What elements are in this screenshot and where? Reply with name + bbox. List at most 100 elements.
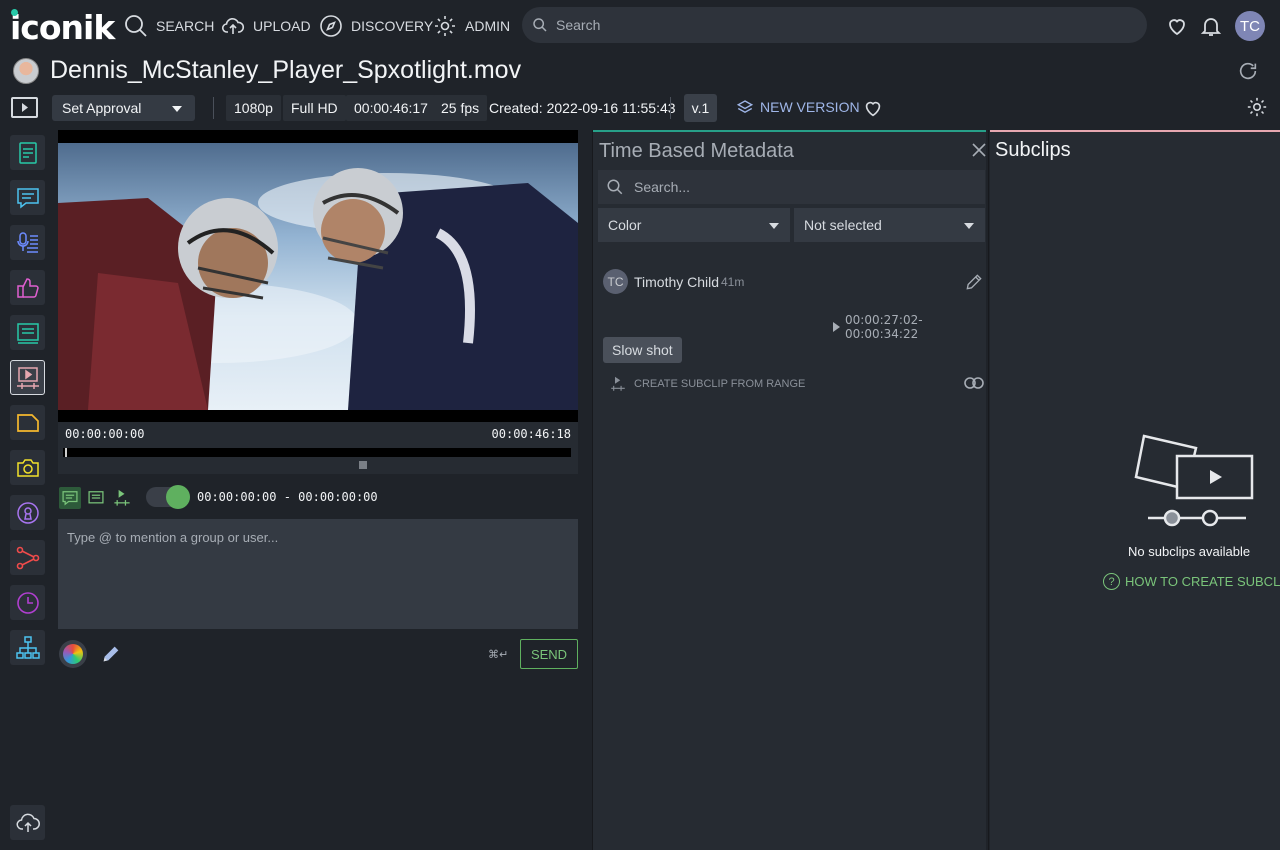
duration-badge: 00:00:46:17	[346, 95, 436, 121]
create-subclip-from-range-button[interactable]: CREATE SUBCLIP FROM RANGE	[610, 376, 805, 392]
fps-badge: 25 fps	[433, 95, 488, 121]
rail-permissions[interactable]	[10, 495, 45, 530]
nav-search[interactable]: SEARCH	[124, 13, 214, 39]
comment-mode-button[interactable]	[59, 487, 81, 509]
search-icon	[125, 15, 147, 37]
timecode-end: 00:00:46:18	[491, 427, 571, 441]
help-question-icon: ?	[1103, 573, 1120, 590]
metadata-search-input[interactable]	[634, 179, 974, 195]
rail-share[interactable]	[10, 540, 45, 575]
value-filter-dropdown[interactable]: Not selected	[794, 208, 985, 242]
rail-segments[interactable]	[10, 315, 45, 350]
compass-icon	[320, 15, 342, 37]
pencil-draw-icon[interactable]	[100, 643, 122, 665]
play-icon	[22, 103, 28, 112]
selected-range: 00:00:00:00 - 00:00:00:00	[197, 490, 378, 504]
color-picker-button[interactable]	[59, 640, 87, 668]
player-controls: 00:00:00:00 00:00:46:18	[58, 410, 578, 474]
new-version-button[interactable]: NEW VERSION	[736, 99, 860, 115]
favorite-heart-icon[interactable]	[862, 97, 884, 119]
iconik-logo[interactable]: iconik	[10, 8, 115, 47]
nav-upload[interactable]: UPLOAD	[221, 13, 311, 39]
player-header	[58, 130, 578, 143]
search-icon	[607, 179, 623, 195]
subclip-mode-button[interactable]	[111, 487, 133, 509]
comment-input[interactable]	[58, 519, 578, 629]
panel-divider	[988, 130, 989, 850]
rail-metadata[interactable]	[10, 135, 45, 170]
rail-upload[interactable]	[10, 805, 45, 840]
divider	[213, 97, 214, 119]
edit-pencil-icon[interactable]	[964, 272, 984, 292]
search-icon	[533, 18, 547, 32]
rail-relations[interactable]	[10, 630, 45, 665]
thumbs-up-icon	[16, 277, 39, 298]
segments-icon	[16, 322, 39, 344]
field-filter-dropdown[interactable]: Color	[598, 208, 790, 242]
chevron-down-icon	[964, 223, 974, 229]
share-icon	[16, 546, 39, 569]
timecode-start: 00:00:00:00	[65, 427, 145, 441]
rail-collections[interactable]	[10, 405, 45, 440]
commenter-name: Timothy Child	[634, 274, 720, 290]
metadata-search[interactable]	[598, 170, 985, 204]
approval-dropdown[interactable]: Set Approval	[52, 95, 195, 121]
empty-subclips-illustration	[1134, 434, 1254, 527]
nav-discovery[interactable]: DISCOVERY	[319, 13, 433, 39]
layers-icon	[736, 100, 754, 114]
panel-title: Subclips	[995, 139, 1071, 161]
player-view-toggle[interactable]	[11, 97, 38, 118]
player-letterbox	[58, 410, 578, 422]
link-icon[interactable]	[963, 375, 985, 391]
playhead[interactable]	[65, 448, 67, 457]
global-search[interactable]	[522, 7, 1147, 43]
time-based-metadata-panel: Time Based Metadata Color Not selected T…	[593, 130, 986, 850]
upload-cloud-icon	[16, 813, 40, 832]
send-shortcut-hint: ⌘↵	[488, 648, 509, 661]
resolution-badge: 1080p	[226, 95, 281, 121]
rail-transcription[interactable]	[10, 225, 45, 260]
top-navigation-bar: iconik SEARCH UPLOAD DISCOVERY ADMIN TC	[0, 0, 1280, 52]
comment-input-box[interactable]	[58, 519, 578, 629]
nav-admin[interactable]: ADMIN	[433, 13, 510, 39]
how-to-create-subclip-link[interactable]: ? HOW TO CREATE SUBCLIP	[1103, 573, 1280, 590]
user-avatar[interactable]: TC	[1235, 11, 1265, 41]
metadata-tag[interactable]: Slow shot	[603, 337, 682, 363]
settings-gear-icon[interactable]	[1246, 96, 1268, 118]
video-frame[interactable]	[58, 143, 578, 410]
favorites-heart-icon[interactable]	[1165, 14, 1189, 38]
asset-toolbar: Set Approval 1080p Full HD 00:00:46:17 2…	[0, 93, 1280, 123]
transcription-icon	[16, 231, 38, 253]
camera-icon	[16, 458, 39, 477]
chevron-down-icon	[172, 106, 182, 112]
rail-subclips[interactable]	[10, 360, 45, 395]
segment-icon	[88, 491, 104, 504]
comments-icon	[16, 187, 39, 209]
rail-approval[interactable]	[10, 270, 45, 305]
created-date: Created: 2022-09-16 11:55:43	[489, 100, 676, 116]
range-toggle[interactable]	[146, 485, 190, 509]
rail-history[interactable]	[10, 585, 45, 620]
close-icon[interactable]	[971, 142, 987, 158]
subclips-panel: Subclips No subclips available ? HOW TO …	[990, 130, 1280, 850]
segment-range-link[interactable]: 00:00:27:02-00:00:34:22	[833, 313, 986, 341]
global-search-input[interactable]	[556, 17, 1116, 33]
comment-icon	[62, 491, 78, 506]
subclip-range-icon	[611, 376, 625, 391]
segment-mode-button[interactable]	[85, 487, 107, 509]
rail-comments[interactable]	[10, 180, 45, 215]
color-wheel-icon	[63, 644, 83, 664]
panel-title: Time Based Metadata	[599, 140, 794, 162]
history-clock-icon	[16, 591, 39, 614]
timeline-scrubber[interactable]	[63, 448, 571, 457]
notifications-bell-icon[interactable]	[1199, 14, 1223, 38]
subclips-icon	[16, 366, 39, 389]
video-scene-image	[58, 168, 578, 410]
refresh-icon[interactable]	[1237, 60, 1259, 82]
send-button[interactable]: SEND	[520, 639, 578, 669]
rail-snapshot[interactable]	[10, 450, 45, 485]
comment-age: 41m	[721, 275, 745, 289]
asset-thumbnail	[13, 58, 39, 84]
timeline-zoom-handle[interactable]	[359, 461, 367, 469]
version-selector[interactable]: v.1	[684, 94, 717, 122]
